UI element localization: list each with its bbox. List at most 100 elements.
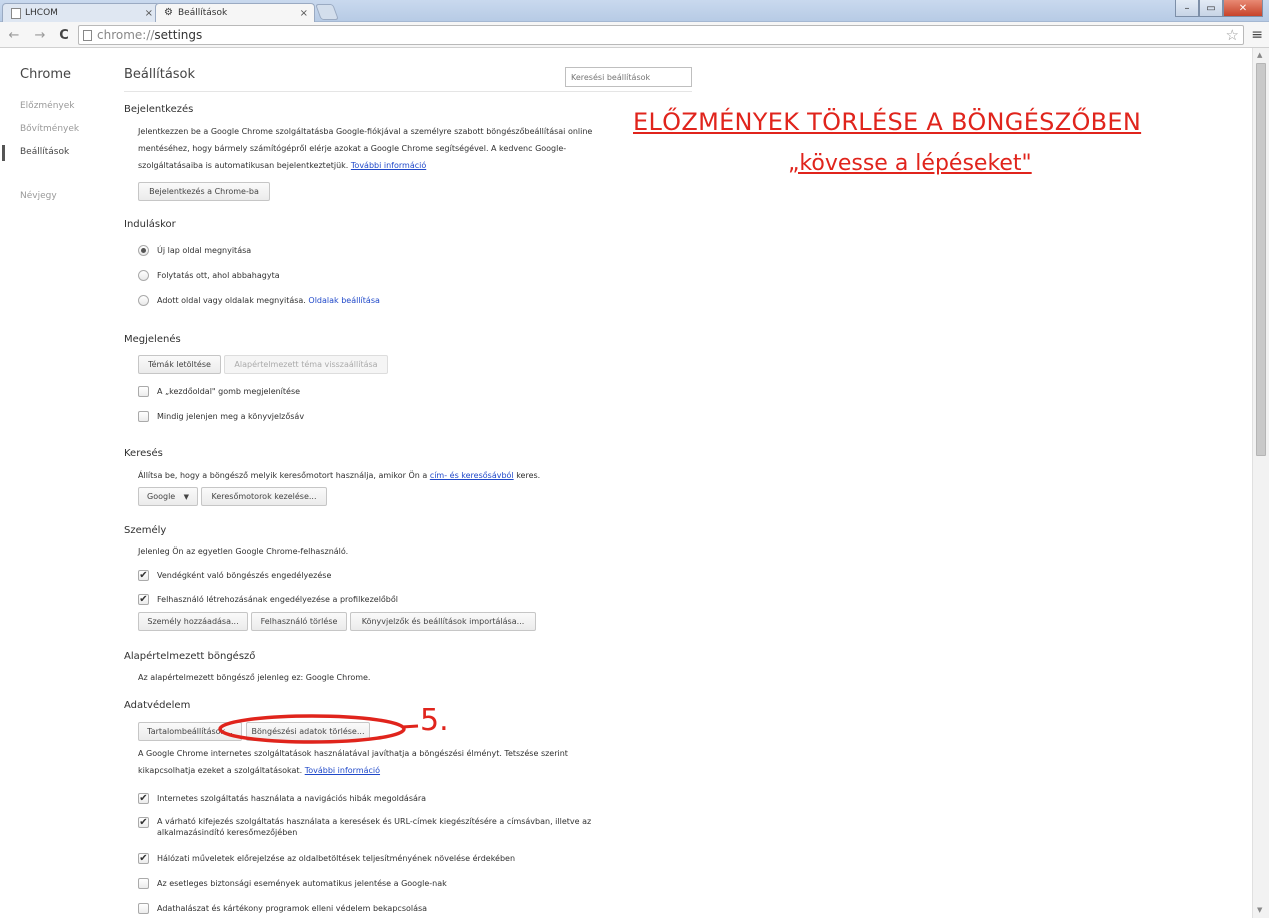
search-description: Állítsa be, hogy a böngésző melyik keres… <box>138 467 638 484</box>
security-report-option[interactable]: Az esetleges biztonsági események automa… <box>138 878 447 889</box>
reset-theme-button[interactable]: Alapértelmezett téma visszaállítása <box>224 355 388 374</box>
option-label: A „kezdőoldal" gomb megjelenítése <box>157 387 301 396</box>
privacy-description: A Google Chrome internetes szolgáltatáso… <box>138 745 618 779</box>
checkbox[interactable]: ✔ <box>138 570 149 581</box>
checkbox[interactable] <box>138 878 149 889</box>
manage-search-engines-button[interactable]: Keresőmotorok kezelése... <box>201 487 327 506</box>
page-scrollbar[interactable]: ▲ ▼ <box>1252 48 1269 918</box>
nav-error-option[interactable]: ✔ Internetes szolgáltatás használata a n… <box>138 793 426 804</box>
signin-button[interactable]: Bejelentkezés a Chrome-ba <box>138 182 270 201</box>
section-heading-signin: Bejelentkezés <box>124 104 194 115</box>
startup-option-newtab[interactable]: Új lap oldal megnyitása <box>138 245 251 256</box>
show-bookmarks-bar-option[interactable]: Mindig jelenjen meg a könyvjelzősáv <box>138 411 304 422</box>
privacy-more-info-link[interactable]: További információ <box>305 766 380 775</box>
search-settings-input[interactable] <box>565 67 692 87</box>
tab-settings[interactable]: ⚙ Beállítások × <box>155 3 315 22</box>
guest-browsing-option[interactable]: ✔ Vendégként való böngészés engedélyezés… <box>138 570 331 581</box>
section-heading-people: Személy <box>124 525 167 536</box>
safe-browsing-option[interactable]: Adathalászat és kártékony programok elle… <box>138 903 427 914</box>
minimize-button[interactable]: – <box>1175 0 1199 17</box>
checkbox[interactable] <box>138 411 149 422</box>
option-label: Internetes szolgáltatás használata a nav… <box>157 794 427 803</box>
close-window-button[interactable]: ✕ <box>1223 0 1263 17</box>
tutorial-title: ELŐZMÉNYEK TÖRLÉSE A BÖNGÉSZŐBEN <box>633 108 1142 136</box>
scroll-thumb[interactable] <box>1256 63 1266 456</box>
omnibox-link[interactable]: cím- és keresősávból <box>430 471 514 480</box>
set-pages-link[interactable]: Oldalak beállítása <box>308 296 379 305</box>
option-label: Mindig jelenjen meg a könyvjelzősáv <box>157 412 305 421</box>
signin-description: Jelentkezzen be a Google Chrome szolgált… <box>138 123 608 174</box>
option-label: Adathalászat és kártékony programok elle… <box>157 904 428 913</box>
section-heading-search: Keresés <box>124 448 163 459</box>
checkbox[interactable]: ✔ <box>138 793 149 804</box>
gear-icon: ⚙ <box>164 6 173 18</box>
section-heading-startup: Induláskor <box>124 219 176 230</box>
page-icon <box>11 7 21 19</box>
search-text: Állítsa be, hogy a böngésző melyik keres… <box>138 471 428 480</box>
close-icon[interactable]: × <box>145 8 153 19</box>
content-settings-button[interactable]: Tartalombeállítások... <box>138 722 242 741</box>
startup-option-pages[interactable]: Adott oldal vagy oldalak megnyitása. Old… <box>138 295 380 306</box>
back-button[interactable]: ← <box>6 26 22 44</box>
delete-user-button[interactable]: Felhasználó törlése <box>251 612 347 631</box>
option-label: Vendégként való böngészés engedélyezése <box>157 571 332 580</box>
restore-button[interactable]: ▭ <box>1199 0 1223 17</box>
default-browser-description: Az alapértelmezett böngésző jelenleg ez:… <box>138 673 371 682</box>
option-label: Folytatás ott, ahol abbahagyta <box>157 271 280 280</box>
search-text-end: keres. <box>516 471 541 480</box>
option-label: Hálózati műveletek előrejelzése az oldal… <box>157 854 516 863</box>
section-heading-default-browser: Alapértelmezett böngésző <box>124 651 256 662</box>
header-divider <box>124 91 692 92</box>
option-label: Felhasználó létrehozásának engedélyezése… <box>157 595 399 604</box>
network-prediction-option[interactable]: ✔ Hálózati műveletek előrejelzése az old… <box>138 853 515 864</box>
menu-icon[interactable]: ≡ <box>1251 27 1263 43</box>
tab-lhcom[interactable]: LHCOM × <box>2 3 160 22</box>
page-icon <box>83 29 92 41</box>
reload-button[interactable]: C <box>56 26 72 44</box>
url-scheme: chrome:// <box>97 28 155 42</box>
option-label: A várható kifejezés szolgáltatás használ… <box>157 817 592 837</box>
settings-page: Beállítások Bejelentkezés Jelentkezzen b… <box>0 48 1252 918</box>
radio-button[interactable] <box>138 270 149 281</box>
scroll-up-icon[interactable]: ▲ <box>1257 51 1262 59</box>
add-person-button[interactable]: Személy hozzáadása... <box>138 612 248 631</box>
show-home-button-option[interactable]: A „kezdőoldal" gomb megjelenítése <box>138 386 300 397</box>
tab-strip: LHCOM × ⚙ Beállítások × – ▭ ✕ <box>0 0 1269 22</box>
selected-engine: Google <box>147 492 176 501</box>
checkbox[interactable]: ✔ <box>138 853 149 864</box>
prediction-service-option[interactable]: ✔ A várható kifejezés szolgáltatás haszn… <box>138 816 608 838</box>
browser-toolbar: ← → C chrome://settings ☆ ≡ <box>0 22 1269 48</box>
get-themes-button[interactable]: Témák letöltése <box>138 355 221 374</box>
tab-title: LHCOM <box>25 8 58 18</box>
checkbox[interactable] <box>138 386 149 397</box>
checkbox[interactable] <box>138 903 149 914</box>
url-text: chrome://settings <box>97 28 202 42</box>
people-description: Jelenleg Ön az egyetlen Google Chrome-fe… <box>138 547 349 556</box>
scroll-down-icon[interactable]: ▼ <box>1257 906 1262 914</box>
search-engine-select[interactable]: Google ▼ <box>138 487 198 506</box>
page-title: Beállítások <box>124 67 196 82</box>
radio-button[interactable] <box>138 245 149 256</box>
address-bar[interactable]: chrome://settings ☆ <box>78 25 1244 45</box>
option-label: Az esetleges biztonsági események automa… <box>157 879 447 888</box>
option-label: Új lap oldal megnyitása <box>157 246 252 255</box>
profile-creation-option[interactable]: ✔ Felhasználó létrehozásának engedélyezé… <box>138 594 398 605</box>
tab-title: Beállítások <box>178 8 228 18</box>
step-number-label: 5. <box>420 703 449 738</box>
checkbox[interactable]: ✔ <box>138 817 149 828</box>
close-icon[interactable]: × <box>300 8 308 19</box>
import-bookmarks-button[interactable]: Könyvjelzők és beállítások importálása..… <box>350 612 536 631</box>
clear-browsing-data-button[interactable]: Böngészési adatok törlése... <box>246 722 370 741</box>
star-icon[interactable]: ☆ <box>1226 26 1239 44</box>
url-path: settings <box>154 28 203 42</box>
section-heading-privacy: Adatvédelem <box>124 700 191 711</box>
signin-more-info-link[interactable]: További információ <box>351 161 426 170</box>
tutorial-subtitle: „kövesse a lépéseket" <box>788 151 1032 176</box>
forward-button[interactable]: → <box>32 26 48 44</box>
new-tab-button[interactable] <box>315 4 339 20</box>
startup-option-continue[interactable]: Folytatás ott, ahol abbahagyta <box>138 270 280 281</box>
checkbox[interactable]: ✔ <box>138 594 149 605</box>
radio-button[interactable] <box>138 295 149 306</box>
window-controls: – ▭ ✕ <box>1175 0 1263 17</box>
section-heading-appearance: Megjelenés <box>124 334 181 345</box>
